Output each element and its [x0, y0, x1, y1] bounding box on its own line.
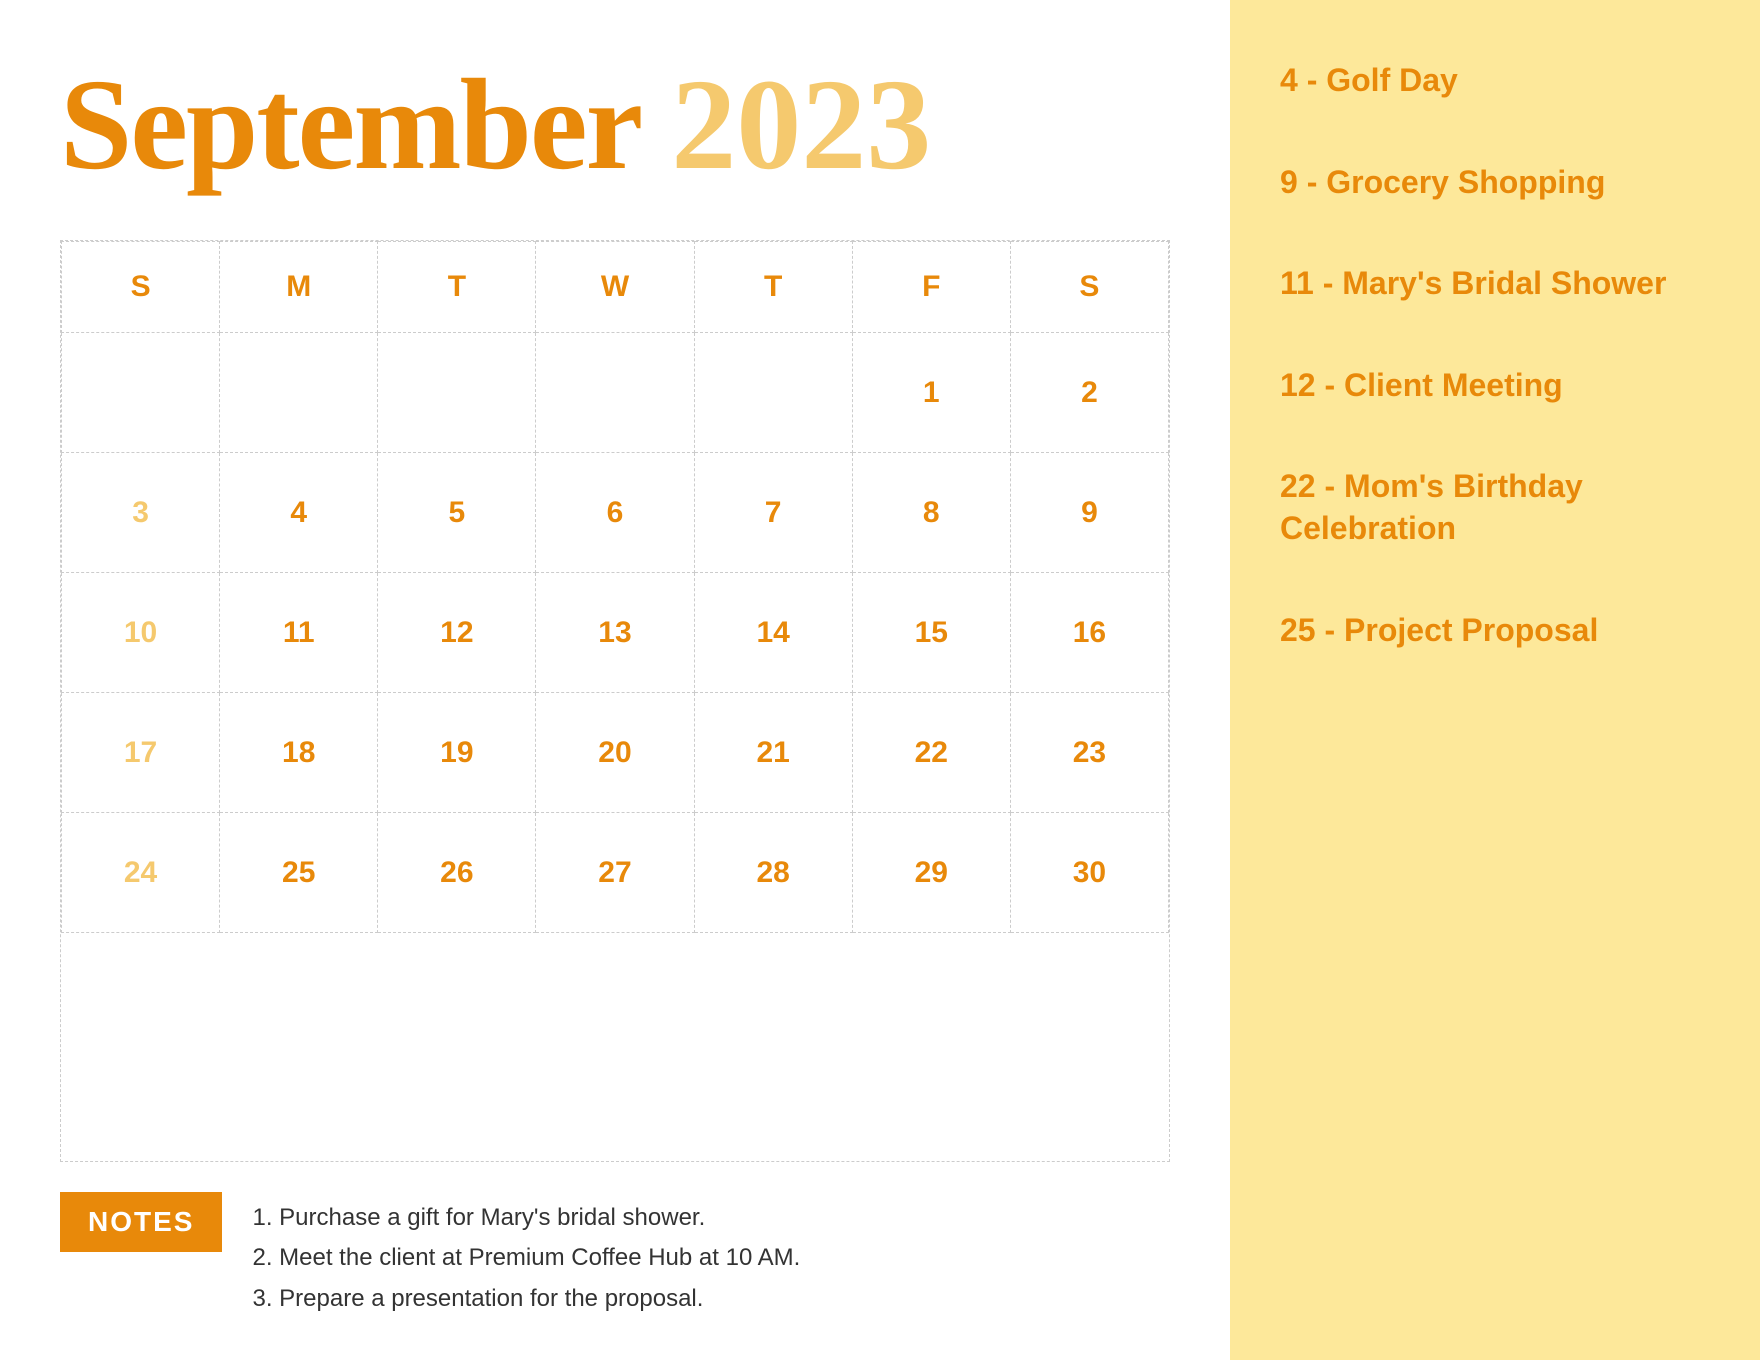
- calendar-day: [536, 333, 694, 453]
- calendar-day: 30: [1010, 813, 1168, 933]
- calendar-day: 4: [220, 453, 378, 573]
- sidebar: 4 - Golf Day 9 - Grocery Shopping 11 - Mar…: [1230, 0, 1760, 1360]
- day-header: M: [220, 242, 378, 333]
- calendar-day: 17: [62, 693, 220, 813]
- title-row: September 2023: [60, 50, 1170, 200]
- calendar-day: 13: [536, 573, 694, 693]
- sidebar-event: 22 - Mom's Birthday Celebration: [1280, 466, 1710, 549]
- day-header: T: [694, 242, 852, 333]
- calendar-day: 9: [1010, 453, 1168, 573]
- notes-section: NOTES 1. Purchase a gift for Mary's brid…: [60, 1192, 1170, 1320]
- calendar-week-row: 24252627282930: [62, 813, 1169, 933]
- sidebar-event: 4 - Golf Day: [1280, 60, 1710, 102]
- sidebar-event: 11 - Mary's Bridal Shower: [1280, 263, 1710, 305]
- sidebar-event: 9 - Grocery Shopping: [1280, 162, 1710, 204]
- calendar-day: 15: [852, 573, 1010, 693]
- calendar-day: 3: [62, 453, 220, 573]
- calendar-day: 11: [220, 573, 378, 693]
- day-header: F: [852, 242, 1010, 333]
- calendar-week-row: 12: [62, 333, 1169, 453]
- calendar-day: 12: [378, 573, 536, 693]
- notes-label: NOTES: [60, 1192, 222, 1252]
- calendar-day: 29: [852, 813, 1010, 933]
- calendar-day: 6: [536, 453, 694, 573]
- calendar-day: [694, 333, 852, 453]
- day-header: S: [1010, 242, 1168, 333]
- calendar-day: 18: [220, 693, 378, 813]
- calendar-day: 16: [1010, 573, 1168, 693]
- calendar-day: 19: [378, 693, 536, 813]
- calendar-day: 22: [852, 693, 1010, 813]
- calendar-day: 1: [852, 333, 1010, 453]
- day-headers-row: SMTWTFS: [62, 242, 1169, 333]
- calendar-week-row: 3456789: [62, 453, 1169, 573]
- calendar-day: 5: [378, 453, 536, 573]
- calendar-day: 20: [536, 693, 694, 813]
- note-item: 1. Purchase a gift for Mary's bridal sho…: [252, 1198, 800, 1239]
- calendar-day: 25: [220, 813, 378, 933]
- calendar-day: 14: [694, 573, 852, 693]
- main-content: September 2023 SMTWTFS 12345678910111213…: [0, 0, 1230, 1360]
- sidebar-event: 12 - Client Meeting: [1280, 365, 1710, 407]
- day-header: W: [536, 242, 694, 333]
- calendar-day: 7: [694, 453, 852, 573]
- calendar-day: 2: [1010, 333, 1168, 453]
- calendar-body: 1234567891011121314151617181920212223242…: [62, 333, 1169, 933]
- calendar-day: [62, 333, 220, 453]
- calendar-week-row: 17181920212223: [62, 693, 1169, 813]
- calendar-day: [378, 333, 536, 453]
- day-header: T: [378, 242, 536, 333]
- calendar-day: [220, 333, 378, 453]
- calendar-day: 26: [378, 813, 536, 933]
- sidebar-event: 25 - Project Proposal: [1280, 610, 1710, 652]
- calendar-day: 28: [694, 813, 852, 933]
- calendar-grid: SMTWTFS 12345678910111213141516171819202…: [61, 241, 1169, 933]
- month-title: September: [60, 50, 641, 200]
- calendar-day: 27: [536, 813, 694, 933]
- year-title: 2023: [671, 50, 931, 200]
- calendar-day: 23: [1010, 693, 1168, 813]
- calendar-container: SMTWTFS 12345678910111213141516171819202…: [60, 240, 1170, 1162]
- day-header: S: [62, 242, 220, 333]
- calendar-day: 24: [62, 813, 220, 933]
- note-item: 3. Prepare a presentation for the propos…: [252, 1279, 800, 1320]
- notes-text: 1. Purchase a gift for Mary's bridal sho…: [252, 1192, 800, 1320]
- calendar-day: 10: [62, 573, 220, 693]
- calendar-day: 21: [694, 693, 852, 813]
- calendar-week-row: 10111213141516: [62, 573, 1169, 693]
- calendar-day: 8: [852, 453, 1010, 573]
- note-item: 2. Meet the client at Premium Coffee Hub…: [252, 1238, 800, 1279]
